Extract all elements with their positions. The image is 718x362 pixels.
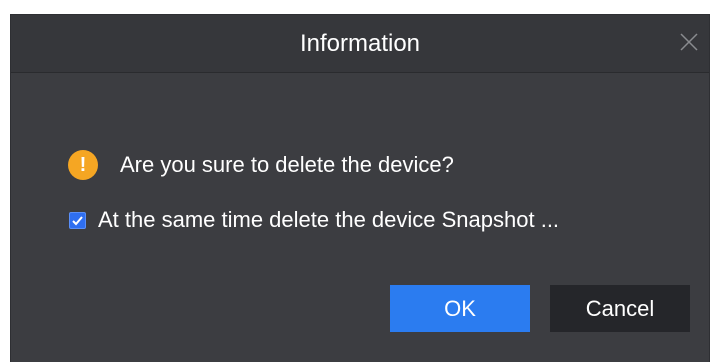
cancel-button[interactable]: Cancel xyxy=(550,285,690,332)
dialog-title: Information xyxy=(299,30,421,57)
close-icon[interactable] xyxy=(677,30,701,54)
delete-snapshot-option[interactable]: At the same time delete the device Snaps… xyxy=(69,205,559,235)
message-row: ! Are you sure to delete the device? xyxy=(68,149,454,181)
checkmark-icon xyxy=(72,215,83,225)
delete-snapshot-checkbox[interactable] xyxy=(69,211,86,229)
information-dialog: Information ! Are you sure to delete the… xyxy=(10,14,710,362)
ok-button[interactable]: OK xyxy=(390,285,530,332)
delete-snapshot-label[interactable]: At the same time delete the device Snaps… xyxy=(98,206,559,234)
warning-icon: ! xyxy=(68,150,98,180)
dialog-titlebar: Information xyxy=(11,15,709,73)
confirm-message: Are you sure to delete the device? xyxy=(120,152,454,177)
